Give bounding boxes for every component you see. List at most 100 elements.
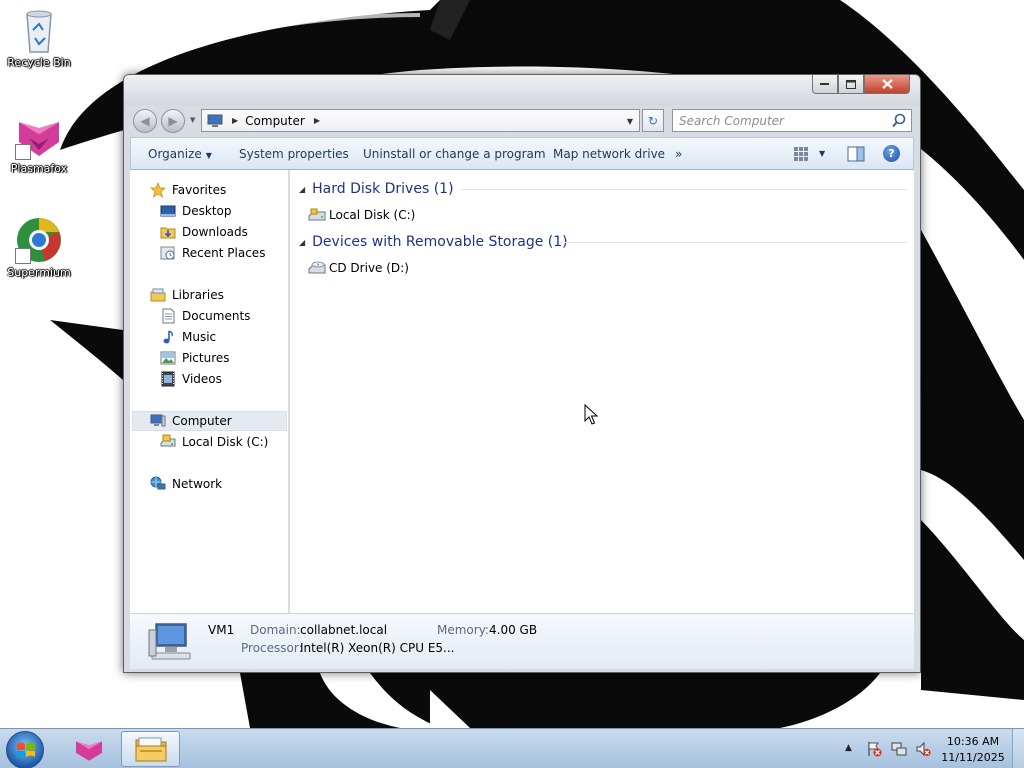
- music-note-icon: [163, 330, 173, 344]
- preview-pane-icon[interactable]: [847, 146, 865, 162]
- view-options-dropdown-icon[interactable]: ▼: [819, 149, 825, 158]
- recent-places-icon: [160, 246, 175, 260]
- more-commands-button[interactable]: »: [675, 147, 682, 161]
- group-divider: [559, 242, 907, 243]
- maximize-icon: [846, 79, 856, 89]
- map-network-drive-button[interactable]: Map network drive: [553, 147, 665, 161]
- videos-icon: [161, 371, 175, 387]
- nav-item-network[interactable]: Network: [150, 474, 222, 494]
- pictures-icon: [160, 351, 176, 365]
- close-button[interactable]: [864, 75, 910, 94]
- windows-logo-icon: [17, 742, 35, 757]
- computer-icon: [150, 414, 166, 427]
- nav-item-label: Recent Places: [182, 246, 266, 260]
- network-status-icon[interactable]: [891, 741, 907, 757]
- nav-item-libraries[interactable]: Libraries: [150, 285, 224, 305]
- uninstall-program-button[interactable]: Uninstall or change a program: [363, 147, 546, 161]
- mouse-cursor-icon: [584, 404, 598, 425]
- nav-item-downloads[interactable]: Downloads: [160, 222, 248, 242]
- help-icon: ?: [888, 147, 895, 160]
- content-scrollbar[interactable]: [914, 170, 920, 270]
- nav-item-desktop[interactable]: Desktop: [160, 201, 232, 221]
- desktop-icon-supermium[interactable]: Supermium: [0, 216, 78, 279]
- recycle-bin-icon: [15, 6, 63, 54]
- desktop-icon-label: Plasmafox: [10, 162, 68, 175]
- chevron-down-icon: ▼: [205, 151, 212, 160]
- organize-menu[interactable]: Organize ▼: [148, 147, 212, 161]
- start-button[interactable]: [6, 731, 44, 768]
- desktop-icon-label: Recycle Bin: [7, 56, 71, 69]
- taskbar-explorer-button[interactable]: [121, 731, 180, 767]
- nav-item-recent-places[interactable]: Recent Places: [160, 243, 265, 263]
- collapse-triangle-icon[interactable]: ◢: [299, 238, 305, 247]
- nav-item-local-disk[interactable]: Local Disk (C:): [160, 432, 268, 452]
- drive-label: Local Disk (C:): [329, 208, 416, 222]
- help-button[interactable]: ?: [883, 145, 900, 162]
- drive-item-local-disk[interactable]: Local Disk (C:): [308, 205, 415, 225]
- system-properties-button[interactable]: System properties: [239, 147, 349, 161]
- search-icon[interactable]: [892, 113, 907, 128]
- drive-label: CD Drive (D:): [329, 261, 409, 275]
- plasmafox-icon: [15, 112, 63, 160]
- breadcrumb-computer[interactable]: Computer: [245, 114, 305, 128]
- hard-disk-icon: [160, 434, 176, 447]
- processor-value: Intel(R) Xeon(R) CPU E5...: [300, 641, 455, 655]
- nav-item-label: Local Disk (C:): [182, 435, 269, 449]
- search-box[interactable]: [672, 109, 912, 132]
- nav-item-favorites[interactable]: Favorites: [150, 180, 226, 200]
- breadcrumb-separator-icon[interactable]: ▶: [314, 116, 320, 125]
- desktop-icon: [160, 205, 176, 217]
- clock-date: 11/11/2025: [941, 751, 1005, 764]
- change-view-icon[interactable]: [793, 146, 809, 162]
- forward-arrow-icon: ▶: [168, 114, 178, 128]
- back-button[interactable]: ◀: [133, 109, 157, 133]
- group-title: Hard Disk Drives (1): [312, 181, 454, 197]
- network-icon: [150, 476, 166, 490]
- memory-label: Memory:: [437, 623, 489, 637]
- taskbar-plasmafox-button[interactable]: [66, 731, 112, 767]
- documents-icon: [162, 308, 175, 324]
- window-titlebar[interactable]: [124, 75, 920, 105]
- desktop-icon-plasmafox[interactable]: Plasmafox: [0, 112, 78, 175]
- show-hidden-icons-button[interactable]: ▲: [845, 743, 852, 753]
- breadcrumb-separator-icon: ▶: [232, 116, 239, 125]
- group-header-removable-storage[interactable]: ◢ Devices with Removable Storage (1): [299, 232, 907, 252]
- details-pane: VM1 Domain: collabnet.local Memory: 4.00…: [130, 613, 914, 669]
- nav-item-label: Computer: [172, 414, 232, 428]
- nav-item-pictures[interactable]: Pictures: [160, 348, 230, 368]
- explorer-window: ◀ ▶ ▼ ▶ Computer ▶ ▼ ↻ Organize▼ System …: [123, 74, 921, 673]
- desktop-icon-recycle-bin[interactable]: Recycle Bin: [0, 6, 78, 69]
- plasmafox-icon: [76, 741, 102, 761]
- show-desktop-button[interactable]: [1012, 729, 1024, 768]
- refresh-icon: ↻: [647, 113, 659, 128]
- address-history-dropdown-icon[interactable]: ▼: [627, 117, 633, 126]
- address-bar[interactable]: ▶ Computer ▶ ▼: [201, 109, 640, 132]
- domain-value: collabnet.local: [300, 623, 388, 637]
- nav-item-videos[interactable]: Videos: [160, 369, 222, 389]
- recent-pages-dropdown[interactable]: ▼: [190, 116, 195, 124]
- computer-icon: [148, 623, 191, 660]
- nav-item-documents[interactable]: Documents: [160, 306, 250, 326]
- navigation-bar: ◀ ▶ ▼ ▶ Computer ▶ ▼ ↻: [124, 105, 920, 137]
- refresh-button[interactable]: ↻: [642, 109, 664, 132]
- cd-drive-icon: [308, 261, 326, 274]
- forward-button[interactable]: ▶: [161, 109, 185, 133]
- volume-muted-icon[interactable]: [915, 741, 931, 757]
- organize-label: Organize: [148, 147, 202, 161]
- nav-item-music[interactable]: Music: [160, 327, 216, 347]
- windows-explorer-icon: [135, 737, 166, 762]
- maximize-button[interactable]: [838, 75, 864, 94]
- hard-disk-icon: [308, 208, 326, 221]
- action-center-icon[interactable]: [866, 741, 882, 757]
- nav-item-computer[interactable]: Computer: [150, 411, 232, 431]
- nav-item-label: Music: [182, 330, 217, 344]
- minimize-button[interactable]: [812, 75, 838, 94]
- computer-name: VM1: [208, 623, 235, 637]
- system-clock[interactable]: 10:36 AM 11/11/2025: [940, 734, 1006, 766]
- nav-item-label: Desktop: [182, 204, 232, 218]
- collapse-triangle-icon[interactable]: ◢: [299, 185, 305, 194]
- search-input[interactable]: [679, 113, 884, 128]
- shortcut-arrow-icon: [15, 144, 31, 160]
- group-header-hard-disk-drives[interactable]: ◢ Hard Disk Drives (1): [299, 179, 907, 199]
- drive-item-cd-drive[interactable]: CD Drive (D:): [308, 258, 409, 278]
